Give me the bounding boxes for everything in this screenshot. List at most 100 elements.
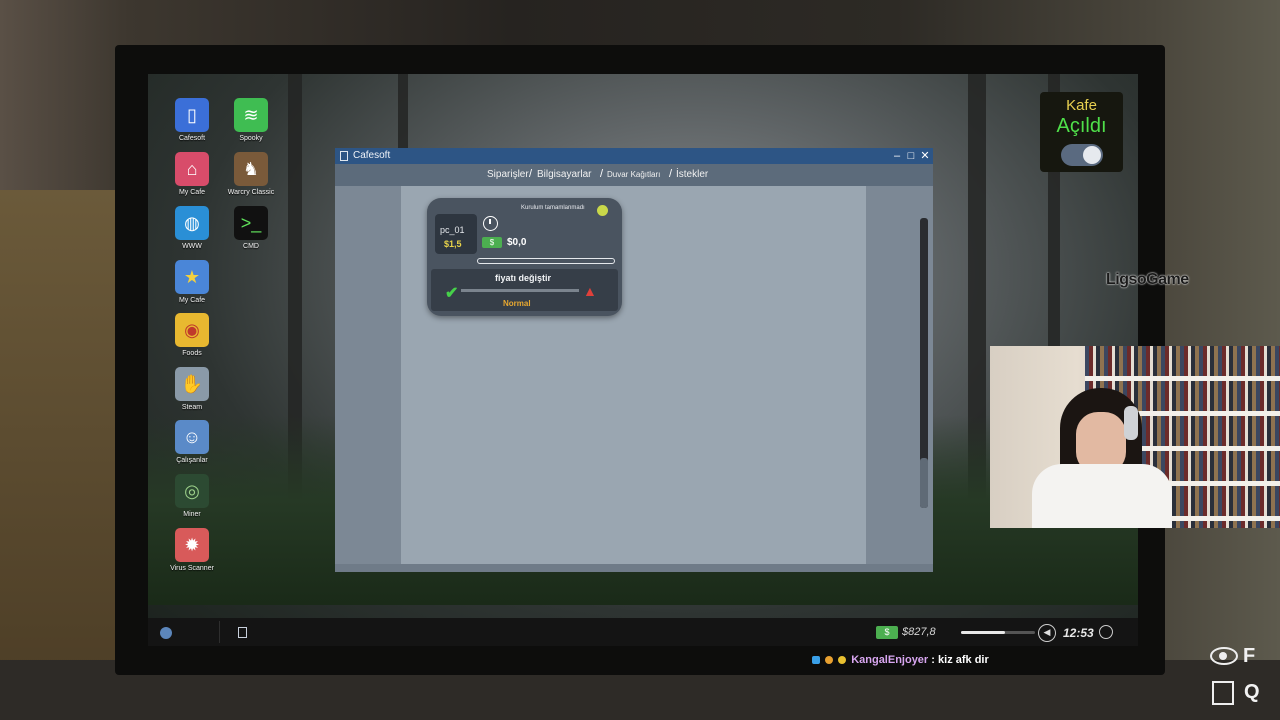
desktop-icon-warcry-classic[interactable]: ♞ Warcry Classic xyxy=(221,152,281,196)
desktop-icon-label: Foods xyxy=(182,350,202,357)
badge-icon xyxy=(825,656,834,665)
pc-progress-bar xyxy=(477,258,615,264)
nav-orders[interactable]: Siparişler xyxy=(487,169,529,180)
desktop-icon-cafesoft[interactable]: ▯ Cafesoft xyxy=(162,98,222,142)
maximize-button[interactable]: □ xyxy=(904,149,918,163)
speaker-icon[interactable]: ◀ xyxy=(1038,624,1056,642)
chat-username: KangalEnjoyer xyxy=(851,654,929,666)
cafe-status-panel: Kafe Açıldı xyxy=(1040,92,1123,172)
exit-door-icon xyxy=(1212,681,1234,705)
webcam-overlay xyxy=(990,346,1280,528)
nav-separator: / xyxy=(529,168,533,180)
cafesoft-icon: ▯ xyxy=(175,98,209,132)
price-decrease-button[interactable]: ✔ xyxy=(445,283,458,303)
window-title: Cafesoft xyxy=(353,150,391,161)
clock-icon xyxy=(1099,625,1113,639)
price-change-panel: fiyatı değiştir ✔ ▲ Normal xyxy=(431,269,618,311)
toggle-knob xyxy=(1082,146,1101,164)
cafe-open-toggle[interactable] xyxy=(1060,144,1103,166)
desktop-icon-label: My Cafe xyxy=(178,297,206,304)
desktop-icon-virus-scanner[interactable]: ✹ Virus Scanner xyxy=(162,528,222,572)
desktop-icon-label: CMD xyxy=(243,243,259,250)
warcry-icon: ♞ xyxy=(234,152,268,186)
pc-earnings: $0,0 xyxy=(507,237,527,248)
window-titlebar[interactable]: Cafesoft – □ ✕ xyxy=(335,148,933,164)
chat-message: KangalEnjoyer : kiz afk dir xyxy=(812,654,989,666)
desktop-icon-label: Virus Scanner xyxy=(170,565,214,572)
streamer-body xyxy=(1032,464,1172,528)
price-level: Normal xyxy=(503,299,531,308)
desktop-icon-label: WWW xyxy=(182,243,202,250)
desktop-icon-label: Steam xyxy=(181,404,203,411)
star-icon: ★ xyxy=(175,260,209,294)
pc-price: $1,5 xyxy=(444,239,462,249)
price-change-title: fiyatı değiştir xyxy=(495,273,552,283)
desktop-icon-steam[interactable]: ✋ Steam xyxy=(162,367,222,411)
start-button[interactable] xyxy=(160,627,172,639)
desktop-icon-cmd[interactable]: >_ CMD xyxy=(221,206,281,250)
nav-requests[interactable]: İstekler xyxy=(676,169,708,180)
nav-separator: / xyxy=(669,168,673,180)
eye-icon xyxy=(1210,647,1238,665)
cafesoft-window: Cafesoft – □ ✕ Siparişler / Bilgisayarla… xyxy=(335,148,933,572)
desktop-icon-label: Warcry Classic xyxy=(227,189,275,196)
desktop-icon-label: Çalışanlar xyxy=(176,457,208,464)
pc-name: pc_01 xyxy=(440,225,465,235)
volume-slider-fill xyxy=(961,631,1006,634)
cafe-status: Açıldı xyxy=(1056,115,1107,137)
hotkey-view: F xyxy=(1243,645,1256,667)
badge-icon xyxy=(838,656,847,665)
brand-watermark: LigsoGame xyxy=(1106,271,1189,288)
desktop-icon-label: Miner xyxy=(183,511,201,518)
burger-icon: ◉ xyxy=(175,313,209,347)
globe-icon: ◍ xyxy=(175,206,209,240)
close-button[interactable]: ✕ xyxy=(918,149,932,163)
chat-text: kiz afk dir xyxy=(938,654,989,666)
nav-computers[interactable]: Bilgisayarlar xyxy=(537,169,591,180)
desktop-icon-label: Cafesoft xyxy=(178,135,206,142)
employee-icon: ☺ xyxy=(175,420,209,454)
price-increase-button[interactable]: ▲ xyxy=(583,283,597,299)
desktop-icon-spooky[interactable]: ≋ Spooky xyxy=(221,98,281,142)
spooky-icon: ≋ xyxy=(234,98,268,132)
taskbar-divider xyxy=(219,621,220,643)
taskbar-balance: $827,8 xyxy=(902,626,936,638)
desktop-icon-my-cafe-2[interactable]: ★ My Cafe xyxy=(162,260,222,304)
desktop-icon-my-cafe[interactable]: ⌂ My Cafe xyxy=(162,152,222,196)
handshake-icon: ✋ xyxy=(175,367,209,401)
cafe-title: Kafe xyxy=(1066,97,1097,114)
desktop-icon-www[interactable]: ◍ WWW xyxy=(162,206,222,250)
volume-slider[interactable] xyxy=(961,631,1035,634)
desktop-icon-label: Spooky xyxy=(239,135,263,142)
nav-wallpapers[interactable]: Duvar Kağıtları xyxy=(607,170,660,179)
app-icon xyxy=(340,151,348,161)
price-slider[interactable] xyxy=(461,289,579,292)
chat-separator: : xyxy=(931,654,935,666)
taskbar-clock: 12:53 xyxy=(1063,626,1094,640)
desktop-icon-employees[interactable]: ☺ Çalışanlar xyxy=(162,420,222,464)
virus-icon: ✹ xyxy=(175,528,209,562)
badge-icon xyxy=(812,656,820,665)
desktop-icon-label: My Cafe xyxy=(178,189,206,196)
room-left-wall xyxy=(0,190,120,720)
cursor-icon xyxy=(597,205,608,216)
window-scrollbar[interactable] xyxy=(920,218,928,508)
window-nav: Siparişler / Bilgisayarlar / Duvar Kağıt… xyxy=(335,164,933,186)
desktop-icon-foods[interactable]: ◉ Foods xyxy=(162,313,222,357)
window-bottom-bar xyxy=(335,564,933,572)
hotkey-exit: Q xyxy=(1244,681,1260,703)
desktop-icon-miner[interactable]: ◎ Miner xyxy=(162,474,222,518)
money-icon: $ xyxy=(482,237,502,248)
headphone xyxy=(1124,406,1138,440)
miner-icon: ◎ xyxy=(175,474,209,508)
clock-icon xyxy=(483,216,498,231)
terminal-icon: >_ xyxy=(234,206,268,240)
my-cafe-icon: ⌂ xyxy=(175,152,209,186)
taskbar-cafesoft-icon[interactable] xyxy=(238,627,247,638)
money-icon: $ xyxy=(876,626,898,639)
minimize-button[interactable]: – xyxy=(890,149,904,163)
nav-separator: / xyxy=(600,168,604,180)
pc-card[interactable]: pc_01 $1,5 Kurulum tamamlanmadı $ $0,0 f… xyxy=(427,198,622,316)
pc-status: Kurulum tamamlanmadı xyxy=(521,205,585,211)
scrollbar-thumb[interactable] xyxy=(920,458,928,508)
